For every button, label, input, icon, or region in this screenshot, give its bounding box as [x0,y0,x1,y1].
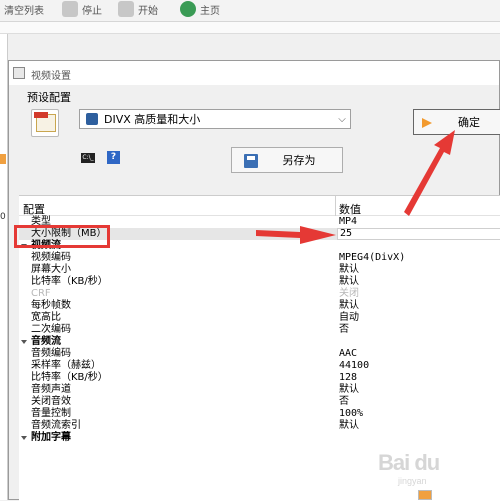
home-label: 主页 [200,5,220,17]
home-icon [180,1,196,17]
help-icon[interactable]: ? [107,151,120,164]
grid-category-row[interactable]: 附加字幕 [19,432,500,444]
grid-row[interactable]: 采样率（赫兹） 44100 [19,360,500,372]
property-name: 二次编码 [31,324,71,335]
grid-row[interactable]: 音频编码 AAC [19,348,500,360]
property-value: 默认 [339,420,359,431]
category-label: 附加字幕 [31,432,71,443]
collapse-toggle-icon[interactable] [21,340,27,344]
grid-row[interactable]: 比特率（KB/秒） 128 [19,372,500,384]
property-value: 否 [339,324,349,335]
dialog-titlebar[interactable]: 视频设置 [9,61,499,85]
grid-row[interactable]: 每秒帧数 默认 [19,300,500,312]
property-name: 采样率（赫兹） [31,360,101,371]
category-label: 音频流 [31,336,61,347]
highlight-box [14,225,110,248]
property-name: 视频编码 [31,252,71,263]
watermark-sub: jingyan [398,476,427,486]
watermark-text: Bai du [378,450,440,475]
chevron-down-icon[interactable]: ⌵ [334,114,350,125]
main-list-header [0,22,500,34]
property-value: 自动 [339,312,359,323]
property-name: 音频流索引 [31,420,81,431]
property-value: 100% [339,408,364,419]
save-as-label: 另存为 [282,154,316,167]
app-icon [13,67,25,79]
grid-row[interactable]: 音频声道 默认 [19,384,500,396]
property-name: 关闭音效 [31,396,71,407]
disk-icon [86,113,98,125]
ok-button-label: 确定 [458,116,480,129]
property-value: MPEG4(DivX) [339,252,406,263]
property-name: 音频声道 [31,384,71,395]
grid-row[interactable]: CRF 关闭 [19,288,500,300]
preset-select[interactable]: DIVX 高质量和大小 ⌵ [79,109,351,129]
property-name: 比特率（KB/秒） [31,372,108,383]
start-button[interactable]: 开始 [118,0,158,18]
property-value: 默认 [339,264,359,275]
property-value: 否 [339,396,349,407]
save-icon [244,154,258,168]
arrow-right-icon [422,118,432,128]
property-name: 音频编码 [31,348,71,359]
orange-marker-icon [0,154,6,164]
property-name: 每秒帧数 [31,300,71,311]
divx-preset-icon [31,109,59,137]
main-toolbar: 清空列表 停止 开始 主页 [0,0,500,22]
grid-category-row[interactable]: 音频流 [19,336,500,348]
start-label: 开始 [138,5,158,17]
start-icon [118,1,134,17]
property-name: CRF [31,288,51,299]
stop-label: 停止 [82,5,102,17]
command-line-icon[interactable]: C:\_ [81,153,95,163]
property-value: 默认 [339,300,359,311]
grid-row[interactable]: 宽高比 自动 [19,312,500,324]
size-limit-input[interactable]: 25 [337,228,500,240]
grid-row[interactable]: 视频编码 MPEG4(DivX) [19,252,500,264]
left-panel-strip: 0 [0,34,8,500]
clear-list-button[interactable]: 清空列表 [4,0,44,18]
orange-folder-icon [418,490,432,500]
property-value: 128 [339,372,358,383]
property-value: 44100 [339,360,370,371]
collapse-toggle-icon[interactable] [21,436,27,440]
ok-button[interactable]: 确定 [413,109,500,135]
property-name: 比特率（KB/秒） [31,276,108,287]
left-strip-digit: 0 [0,212,6,222]
grid-row[interactable]: 音量控制 100% [19,408,500,420]
property-value: MP4 [339,216,358,227]
home-button[interactable]: 主页 [180,0,220,18]
watermark: Bai du jingyan [378,450,440,486]
preset-label: 预设配置 [27,91,71,104]
preset-select-value: DIVX 高质量和大小 [104,113,201,126]
dialog-title: 视频设置 [31,71,71,82]
grid-row[interactable]: 音频流索引 默认 [19,420,500,432]
property-name: 宽高比 [31,312,61,323]
property-value: 关闭 [339,288,359,299]
column-header-config[interactable]: 配置 [23,201,45,217]
grid-row[interactable]: 屏幕大小 默认 [19,264,500,276]
clear-list-label: 清空列表 [4,5,44,17]
column-header-value[interactable]: 数值 [339,201,361,217]
stop-icon [62,1,78,17]
property-value: AAC [339,348,358,359]
grid-row[interactable]: 比特率（KB/秒） 默认 [19,276,500,288]
stop-button[interactable]: 停止 [62,0,102,18]
save-as-button[interactable]: 另存为 [231,147,343,173]
property-name: 音量控制 [31,408,71,419]
grid-rows: 类型 MP4 大小限制（MB） 25 视频流 视频编码 MPEG4(DivX) 屏幕大小 默认比… [19,216,500,444]
property-value: 默认 [339,276,359,287]
property-name: 屏幕大小 [31,264,71,275]
property-value: 默认 [339,384,359,395]
video-settings-dialog: 视频设置 预设配置 DIVX 高质量和大小 ⌵ 确定 C:\_ ? 另存为 配置… [8,60,500,501]
grid-row[interactable]: 二次编码 否 [19,324,500,336]
grid-header: 配置 数值 [19,196,500,216]
grid-row[interactable]: 关闭音效 否 [19,396,500,408]
